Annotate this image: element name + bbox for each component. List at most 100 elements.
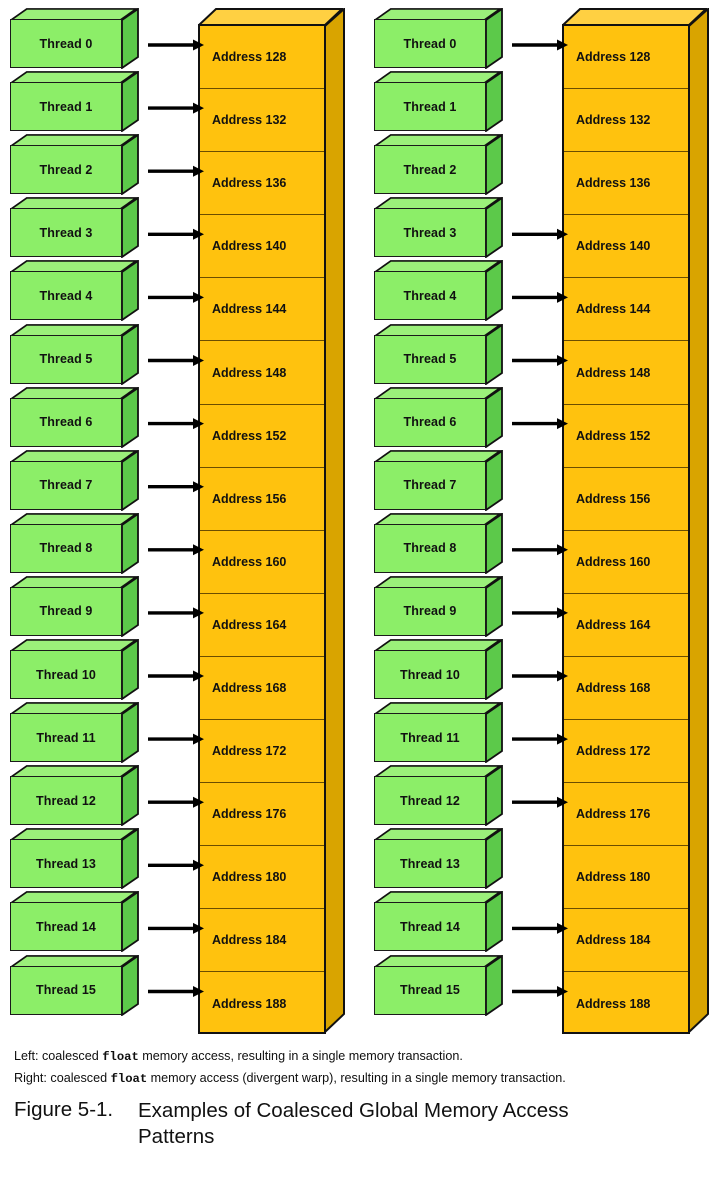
memory-cell: Address 152 [564,405,688,468]
thread-label: Thread 4 [403,288,457,303]
thread-block: Thread 15 [10,954,139,1016]
thread-block: Thread 8 [374,512,503,574]
memory-cell-label: Address 128 [212,50,287,65]
thread-block: Thread 2 [10,134,139,196]
memory-cell: Address 168 [564,657,688,721]
thread-block-front-face: Thread 7 [10,460,122,510]
memory-cell-label: Address 156 [576,491,651,506]
thread-block: Thread 13 [10,828,139,890]
thread-block: Thread 13 [374,828,503,890]
caption-right-mono: float [110,1072,148,1086]
thread-label: Thread 15 [400,983,460,997]
access-arrow [512,670,568,682]
memory-cell-label: Address 188 [576,997,651,1012]
memory-cell-label: Address 160 [212,554,287,569]
memory-cell-label: Address 144 [576,302,651,317]
memory-front-face-left: Address 128 Address 132 Address 136 Address… [198,24,326,1034]
thread-block-front-face: Thread 12 [10,776,122,826]
figure-title-text: Examples of Coalesced Global Memory Acce… [138,1099,569,1148]
thread-block: Thread 7 [374,449,503,511]
memory-front-face-right: Address 128 Address 132 Address 136 Address… [562,24,690,1034]
thread-block: Thread 10 [10,639,139,700]
thread-block: Thread 14 [10,891,139,953]
thread-block: Thread 0 [10,8,139,69]
memory-cell: Address 164 [200,594,324,657]
thread-label: Thread 15 [36,983,96,997]
thread-label: Thread 0 [39,36,93,51]
thread-label: Thread 10 [36,667,96,682]
thread-label: Thread 6 [403,415,457,430]
memory-cell-label: Address 128 [576,50,651,65]
thread-block: Thread 6 [10,386,139,448]
access-arrow [512,922,568,934]
figure-diagram: Thread 15 Thread 14 Thread 13 Thread 12 Thre… [0,0,711,1040]
memory-cell-label: Address 136 [212,176,287,191]
thread-label: Thread 14 [400,919,460,934]
thread-block-front-face: Thread 14 [374,902,486,952]
thread-block-front-face: Thread 6 [374,397,486,447]
memory-cell-label: Address 168 [576,681,651,696]
memory-cell: Address 164 [564,594,688,657]
thread-label: Thread 7 [403,478,457,493]
thread-block: Thread 8 [10,512,139,574]
thread-label: Thread 2 [403,162,457,177]
memory-cell: Address 140 [564,215,688,279]
thread-block-front-face: Thread 4 [374,271,486,321]
memory-side-face-icon [324,8,345,1034]
caption-left-suffix: memory access, resulting in a single mem… [138,1049,463,1063]
memory-cell-label: Address 184 [576,933,651,948]
memory-cell: Address 156 [200,468,324,531]
access-arrow [512,733,568,745]
memory-cell: Address 136 [200,152,324,216]
thread-label: Thread 9 [403,604,457,619]
memory-cell: Address 180 [564,846,688,910]
thread-block-front-face: Thread 0 [10,19,122,68]
access-arrow [148,39,204,51]
thread-block-front-face: Thread 10 [374,650,486,699]
thread-block: Thread 3 [374,197,503,259]
access-arrow [148,165,204,177]
memory-cell: Address 152 [200,405,324,468]
memory-cell: Address 156 [564,468,688,531]
thread-block: Thread 12 [10,765,139,827]
access-arrow [148,228,204,240]
thread-block-front-face: Thread 2 [374,145,486,195]
thread-block: Thread 3 [10,197,139,259]
memory-cell-label: Address 148 [576,365,651,380]
memory-cell: Address 168 [200,657,324,721]
thread-label: Thread 3 [39,225,93,240]
figure-title-block: Figure 5-1. Examples of Coalesced Global… [14,1098,704,1150]
memory-cell-label: Address 172 [576,744,651,759]
thread-block: Thread 7 [10,449,139,511]
thread-label: Thread 5 [39,352,93,366]
thread-label: Thread 0 [403,36,457,51]
thread-block: Thread 11 [10,702,139,764]
memory-cell-label: Address 172 [212,744,287,759]
thread-label: Thread 4 [39,288,93,303]
memory-cell-label: Address 132 [212,113,287,128]
caption-left-prefix: Left: coalesced [14,1049,103,1063]
thread-block: Thread 10 [374,639,503,700]
memory-cell-label: Address 156 [212,491,287,506]
thread-label: Thread 12 [400,793,460,808]
memory-cell: Address 184 [564,909,688,973]
caption-left: Left: coalesced float memory access, res… [0,1046,711,1068]
thread-block-front-face: Thread 13 [374,839,486,889]
memory-column-left: Address 128 Address 132 Address 136 Address… [198,8,346,1034]
access-arrow [148,796,204,808]
memory-cell: Address 176 [564,783,688,847]
memory-cell: Address 160 [200,531,324,594]
thread-block-front-face: Thread 6 [10,397,122,447]
memory-cell: Address 128 [200,26,324,90]
thread-block: Thread 9 [10,575,139,637]
access-arrow [148,355,204,366]
panel-right-divergent: Thread 15 Thread 14 Thread 13 Thread 12 Thre… [366,0,711,1040]
thread-label: Thread 1 [39,99,93,114]
memory-cell: Address 172 [200,720,324,784]
thread-block-front-face: Thread 1 [374,82,486,132]
memory-cell-label: Address 148 [212,365,287,380]
thread-block-front-face: Thread 4 [10,271,122,321]
thread-block-front-face: Thread 2 [10,145,122,195]
thread-block: Thread 2 [374,134,503,196]
access-arrow [148,102,204,114]
